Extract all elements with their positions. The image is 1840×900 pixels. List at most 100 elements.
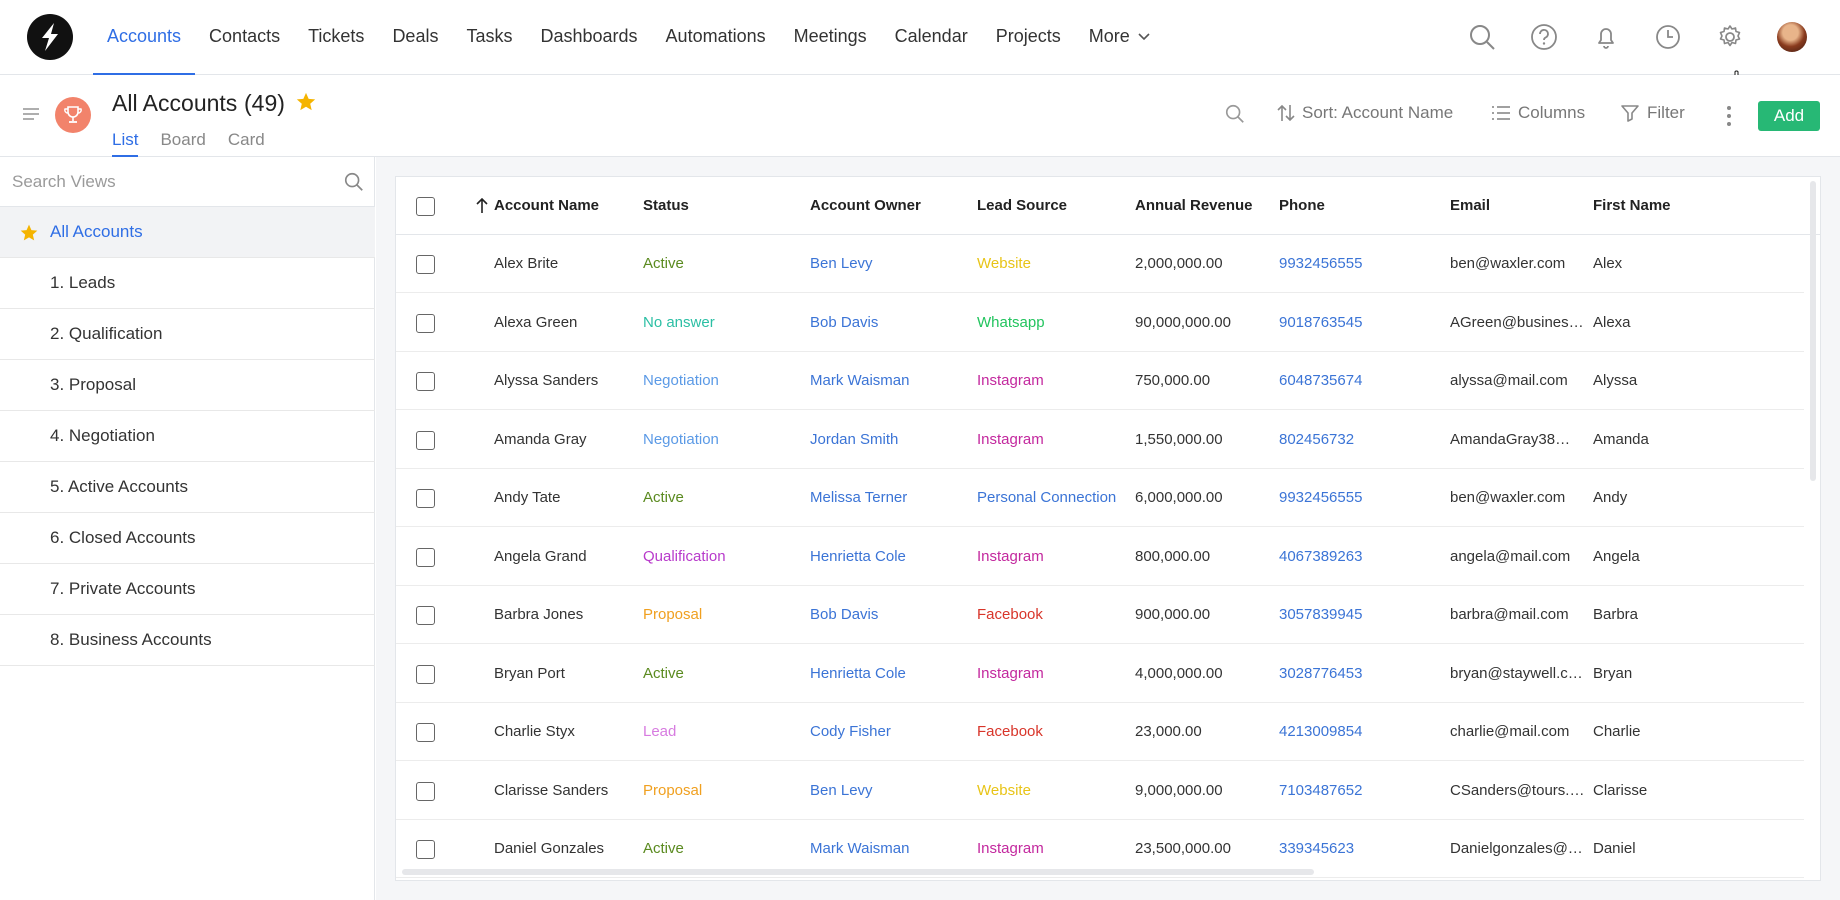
columns-icon xyxy=(1492,106,1510,120)
view-tab-board[interactable]: Board xyxy=(160,130,205,157)
table-row[interactable]: Barbra Jones Proposal Bob Davis Facebook 900… xyxy=(396,586,1804,644)
more-options-icon[interactable] xyxy=(1726,105,1732,127)
nav-item-meetings[interactable]: Meetings xyxy=(780,0,881,75)
app-logo[interactable] xyxy=(27,14,73,60)
cell-phone[interactable]: 4067389263 xyxy=(1279,528,1439,586)
column-header[interactable]: Lead Source xyxy=(977,177,1067,235)
nav-item-contacts[interactable]: Contacts xyxy=(195,0,294,75)
column-header[interactable]: Status xyxy=(643,177,689,235)
cell-owner[interactable]: Ben Levy xyxy=(810,235,970,293)
row-checkbox[interactable] xyxy=(416,255,435,274)
cell-revenue: 1,550,000.00 xyxy=(1135,430,1223,448)
cell-phone[interactable]: 4213009854 xyxy=(1279,703,1439,761)
horizontal-scrollbar[interactable] xyxy=(402,869,1314,875)
cell-owner[interactable]: Melissa Terner xyxy=(810,469,970,527)
search-icon[interactable] xyxy=(1224,103,1246,125)
filter-button[interactable]: Filter xyxy=(1620,103,1685,123)
cell-phone[interactable]: 9932456555 xyxy=(1279,235,1439,293)
search-views-input[interactable] xyxy=(12,169,332,195)
nav-item-deals[interactable]: Deals xyxy=(378,0,452,75)
table-row[interactable]: Amanda Gray Negotiation Jordan Smith Instag… xyxy=(396,411,1804,469)
cell-source: Website xyxy=(977,781,1031,799)
search-icon[interactable] xyxy=(1467,22,1497,52)
column-header[interactable]: Phone xyxy=(1279,177,1325,235)
table-row[interactable]: Clarisse Sanders Proposal Ben Levy Website 9… xyxy=(396,762,1804,820)
cell-owner[interactable]: Cody Fisher xyxy=(810,703,970,761)
row-checkbox[interactable] xyxy=(416,372,435,391)
row-checkbox[interactable] xyxy=(416,547,435,567)
bell-icon[interactable] xyxy=(1591,22,1621,52)
sidebar-view-item[interactable]: 3. Proposal xyxy=(0,360,375,411)
nav-item-calendar[interactable]: Calendar xyxy=(881,0,982,75)
select-all-checkbox[interactable] xyxy=(416,197,435,216)
vertical-scrollbar[interactable] xyxy=(1810,181,1816,481)
cell-owner[interactable]: Mark Waisman xyxy=(810,352,970,410)
gear-icon[interactable] xyxy=(1715,22,1745,52)
cell-first: Alyssa xyxy=(1593,372,1638,389)
row-checkbox[interactable] xyxy=(416,430,435,450)
sidebar-view-item[interactable]: 8. Business Accounts xyxy=(0,615,375,666)
row-checkbox[interactable] xyxy=(416,723,435,742)
columns-button[interactable]: Columns xyxy=(1491,103,1585,123)
view-tab-card[interactable]: Card xyxy=(228,130,265,157)
menu-icon[interactable] xyxy=(22,107,40,121)
column-header[interactable]: Annual Revenue xyxy=(1135,177,1253,235)
row-checkbox[interactable] xyxy=(416,840,435,859)
cell-phone[interactable]: 802456732 xyxy=(1279,411,1439,469)
cell-phone[interactable]: 9018763545 xyxy=(1279,294,1439,352)
table-row[interactable]: Alyssa Sanders Negotiation Mark Waisman Ins… xyxy=(396,352,1804,410)
table-row[interactable]: Alexa Green No answer Bob Davis Whatsapp 90,… xyxy=(396,294,1804,352)
table-row[interactable]: Angela Grand Qualification Henrietta Cole I… xyxy=(396,528,1804,586)
sort-button[interactable]: Sort: Account Name xyxy=(1277,103,1453,123)
row-checkbox[interactable] xyxy=(416,313,435,333)
cell-revenue: 2,000,000.00 xyxy=(1135,255,1223,272)
table-row[interactable]: Alex Brite Active Ben Levy Website 2,000,000… xyxy=(396,235,1804,293)
row-checkbox[interactable] xyxy=(416,664,435,684)
sidebar-view-item[interactable]: All Accounts xyxy=(0,207,375,258)
add-button[interactable]: Add xyxy=(1758,101,1820,131)
nav-item-accounts[interactable]: Accounts xyxy=(93,0,196,75)
nav-item-projects[interactable]: Projects xyxy=(982,0,1075,75)
cell-status: Negotiation xyxy=(643,430,719,448)
table-row[interactable]: Andy Tate Active Melissa Terner Personal Co… xyxy=(396,469,1804,527)
sidebar-view-item[interactable]: 1. Leads xyxy=(0,258,375,309)
row-checkbox[interactable] xyxy=(416,606,435,625)
nav-item-more[interactable]: More xyxy=(1075,0,1164,75)
column-header[interactable]: Account Owner xyxy=(810,177,921,235)
user-avatar[interactable] xyxy=(1777,22,1807,52)
sidebar-view-item[interactable]: 5. Active Accounts xyxy=(0,462,375,513)
sidebar-view-item[interactable]: 7. Private Accounts xyxy=(0,564,375,615)
view-tab-list[interactable]: List xyxy=(112,130,139,157)
help-icon[interactable] xyxy=(1529,22,1559,52)
cell-owner[interactable]: Jordan Smith xyxy=(810,411,970,469)
cell-phone[interactable]: 6048735674 xyxy=(1279,352,1439,410)
cell-phone[interactable]: 9932456555 xyxy=(1279,469,1439,527)
row-checkbox[interactable] xyxy=(416,489,435,508)
cell-owner[interactable]: Ben Levy xyxy=(810,762,970,820)
column-header[interactable]: Account Name xyxy=(494,177,599,235)
column-header[interactable]: Email xyxy=(1450,177,1490,235)
nav-item-tasks[interactable]: Tasks xyxy=(452,0,526,75)
cell-owner[interactable]: Henrietta Cole xyxy=(810,645,970,703)
row-checkbox[interactable] xyxy=(416,781,435,801)
nav-item-automations[interactable]: Automations xyxy=(652,0,780,75)
cell-owner[interactable]: Bob Davis xyxy=(810,586,970,644)
sidebar-view-item[interactable]: 6. Closed Accounts xyxy=(0,513,375,564)
sort-ascending-icon[interactable] xyxy=(476,198,488,214)
nav-item-tickets[interactable]: Tickets xyxy=(294,0,378,75)
nav-item-dashboards[interactable]: Dashboards xyxy=(526,0,651,75)
cell-owner[interactable]: Bob Davis xyxy=(810,294,970,352)
table-row[interactable]: Bryan Port Active Henrietta Cole Instagram 4… xyxy=(396,645,1804,703)
column-header[interactable]: First Name xyxy=(1593,177,1671,235)
table-row[interactable]: Charlie Styx Lead Cody Fisher Facebook 23,00… xyxy=(396,703,1804,761)
cell-phone[interactable]: 3057839945 xyxy=(1279,586,1439,644)
cell-phone[interactable]: 3028776453 xyxy=(1279,645,1439,703)
cell-first: Barbra xyxy=(1593,606,1639,623)
clock-icon[interactable] xyxy=(1653,22,1683,52)
favorite-star-icon[interactable] xyxy=(295,91,317,113)
cell-owner[interactable]: Henrietta Cole xyxy=(810,528,970,586)
sidebar-view-item[interactable]: 4. Negotiation xyxy=(0,411,375,462)
sidebar-view-item[interactable]: 2. Qualification xyxy=(0,309,375,360)
search-icon[interactable] xyxy=(343,171,365,193)
cell-phone[interactable]: 7103487652 xyxy=(1279,762,1439,820)
